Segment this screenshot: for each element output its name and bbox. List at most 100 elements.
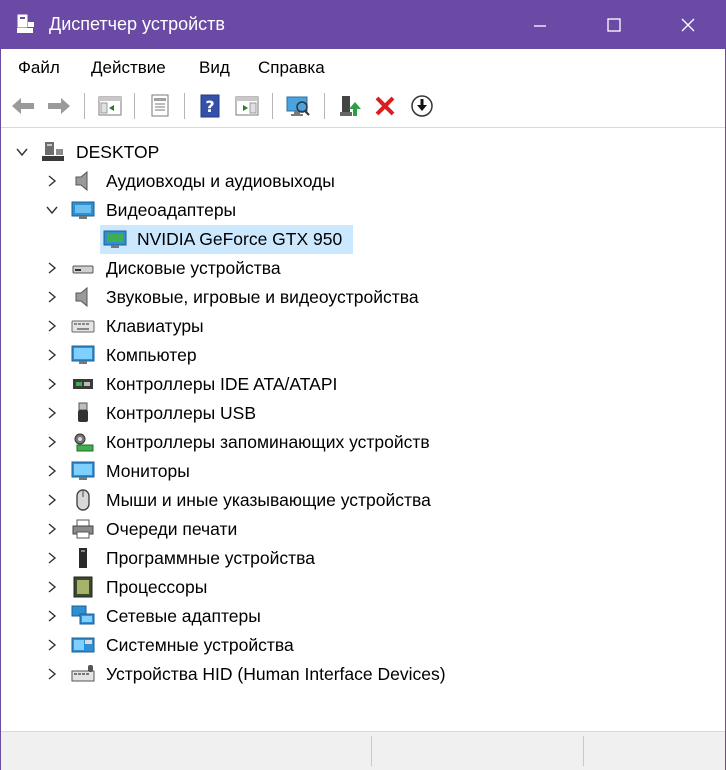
help-icon: ? [200,94,220,118]
chevron-right-icon[interactable] [45,609,59,623]
tree-category[interactable]: Звуковые, игровые и видеоустройства [1,283,725,312]
tree-category-label: Контроллеры запоминающих устройств [106,432,430,452]
tree-category[interactable]: Процессоры [1,573,725,602]
back-button[interactable] [9,92,37,120]
tree-category-label: Компьютер [106,345,197,365]
ide-controller-icon [73,379,93,389]
tree-category[interactable]: Системные устройства [1,631,725,660]
show-hide-console-tree-button[interactable] [96,92,124,120]
tree-category-label: Контроллеры IDE ATA/ATAPI [106,374,338,394]
keyboard-icon [71,320,95,333]
download-button[interactable] [408,92,436,120]
title-bar[interactable]: Диспетчер устройств [1,1,725,49]
scan-hardware-changes-button[interactable] [284,92,312,120]
update-driver-icon [340,96,361,116]
tree-category[interactable]: Клавиатуры [1,312,725,341]
disk-drive-icon [72,265,94,274]
chevron-right-icon[interactable] [45,667,59,681]
tree-category-label: Очереди печати [106,519,238,539]
chevron-right-icon[interactable] [45,493,59,507]
chevron-right-icon[interactable] [45,551,59,565]
maximize-button[interactable] [591,1,637,49]
tree-category[interactable]: Очереди печати [1,515,725,544]
chevron-right-icon[interactable] [45,174,59,188]
chevron-right-icon[interactable] [45,406,59,420]
tree-category-label: Контроллеры USB [106,403,256,423]
chevron-right-icon[interactable] [45,348,59,362]
close-button[interactable] [665,1,711,49]
tree-category[interactable]: Сетевые адаптеры [1,602,725,631]
tree-category[interactable]: Устройства HID (Human Interface Devices) [1,660,725,689]
chevron-right-icon[interactable] [45,435,59,449]
tree-category-label: Устройства HID (Human Interface Devices) [106,664,446,684]
processor-icon [73,576,93,598]
svg-text:?: ? [205,97,214,116]
desktop-computer-icon [42,142,64,161]
tree-category[interactable]: Видеоадаптеры [1,196,725,225]
tree-category[interactable]: Аудиовходы и аудиовыходы [1,167,725,196]
help-button[interactable]: ? [196,92,224,120]
hid-icon [71,665,95,682]
chevron-right-icon[interactable] [45,522,59,536]
storage-controller-icon [74,433,94,452]
tree-category-label: Процессоры [106,577,208,597]
toolbar-separator [184,93,185,119]
menu-file[interactable]: Файл [18,58,60,78]
download-icon [411,95,433,117]
properties-button[interactable] [146,92,174,120]
printer-icon [72,519,94,539]
forward-arrow-icon [48,98,70,114]
software-device-icon [79,548,87,568]
status-divider [583,736,584,766]
tree-category[interactable]: Мониторы [1,457,725,486]
usb-icon [78,402,88,422]
menu-view[interactable]: Вид [199,58,230,78]
minimize-button[interactable] [517,1,563,49]
status-divider [371,736,372,766]
chevron-right-icon[interactable] [45,261,59,275]
action-pane-button[interactable] [233,92,261,120]
tree-category[interactable]: Дисковые устройства [1,254,725,283]
tree-category-label: Мыши и иные указывающие устройства [106,490,431,510]
tree-category[interactable]: Контроллеры USB [1,399,725,428]
tree-root-label: DESKTOP [76,142,160,162]
close-icon [681,18,695,32]
tree-category-label: Звуковые, игровые и видеоустройства [106,287,419,307]
tree-category[interactable]: Контроллеры IDE ATA/ATAPI [1,370,725,399]
toolbar-separator [84,93,85,119]
computer-icon [71,345,95,364]
action-pane-icon [235,96,259,116]
display-adapter-icon [71,201,95,219]
tree-category[interactable]: Мыши и иные указывающие устройства [1,486,725,515]
update-driver-button[interactable] [336,92,364,120]
chevron-down-icon[interactable] [15,145,29,159]
chevron-down-icon[interactable] [45,203,59,217]
speaker-icon [75,170,88,192]
device-tree: DESKTOP Аудиовходы и аудиовыходы Видеоад… [1,128,725,728]
maximize-icon [607,18,621,32]
status-bar [1,731,725,770]
chevron-right-icon[interactable] [45,580,59,594]
tree-category-label: Мониторы [106,461,190,481]
tree-root[interactable]: DESKTOP [1,138,725,167]
tree-category[interactable]: Контроллеры запоминающих устройств [1,428,725,457]
menu-action[interactable]: Действие [91,58,166,78]
chevron-right-icon[interactable] [45,377,59,391]
system-device-icon [71,637,95,653]
menu-bar: Файл Действие Вид Справка [1,49,725,85]
tree-category[interactable]: Компьютер [1,341,725,370]
properties-icon [151,94,169,117]
tree-category[interactable]: Программные устройства [1,544,725,573]
chevron-right-icon[interactable] [45,319,59,333]
sound-icon [75,286,88,308]
forward-button[interactable] [45,92,73,120]
chevron-right-icon[interactable] [45,290,59,304]
chevron-right-icon[interactable] [45,638,59,652]
back-arrow-icon [12,98,34,114]
tree-category-label: Дисковые устройства [106,258,281,278]
tree-device-selected[interactable]: NVIDIA GeForce GTX 950 [1,225,725,254]
chevron-right-icon[interactable] [45,464,59,478]
toolbar-separator [134,93,135,119]
uninstall-device-button[interactable] [371,92,399,120]
menu-help[interactable]: Справка [258,58,325,78]
